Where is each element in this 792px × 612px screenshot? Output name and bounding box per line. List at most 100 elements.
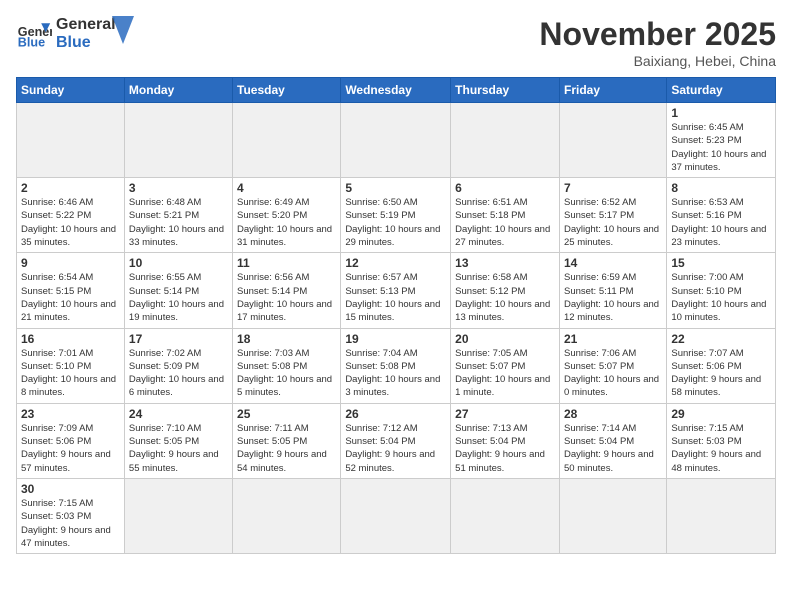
day-number: 17 xyxy=(129,332,228,346)
calendar-day-cell: 26Sunrise: 7:12 AM Sunset: 5:04 PM Dayli… xyxy=(341,403,451,478)
day-info: Sunrise: 6:57 AM Sunset: 5:13 PM Dayligh… xyxy=(345,271,446,324)
weekday-header-tuesday: Tuesday xyxy=(233,78,341,103)
logo: General Blue General Blue xyxy=(16,16,134,52)
day-number: 11 xyxy=(237,256,336,270)
day-number: 28 xyxy=(564,407,662,421)
day-info: Sunrise: 7:12 AM Sunset: 5:04 PM Dayligh… xyxy=(345,422,446,475)
calendar-day-cell: 4Sunrise: 6:49 AM Sunset: 5:20 PM Daylig… xyxy=(233,178,341,253)
calendar-day-cell: 10Sunrise: 6:55 AM Sunset: 5:14 PM Dayli… xyxy=(124,253,232,328)
weekday-header-friday: Friday xyxy=(559,78,666,103)
calendar-day-cell: 1Sunrise: 6:45 AM Sunset: 5:23 PM Daylig… xyxy=(667,103,776,178)
calendar-week-row: 1Sunrise: 6:45 AM Sunset: 5:23 PM Daylig… xyxy=(17,103,776,178)
svg-text:Blue: Blue xyxy=(18,36,45,50)
day-number: 20 xyxy=(455,332,555,346)
day-number: 29 xyxy=(671,407,771,421)
day-info: Sunrise: 7:10 AM Sunset: 5:05 PM Dayligh… xyxy=(129,422,228,475)
calendar-table: SundayMondayTuesdayWednesdayThursdayFrid… xyxy=(16,77,776,554)
logo-triangle-icon xyxy=(112,16,134,44)
day-info: Sunrise: 7:03 AM Sunset: 5:08 PM Dayligh… xyxy=(237,347,336,400)
day-info: Sunrise: 6:45 AM Sunset: 5:23 PM Dayligh… xyxy=(671,121,771,174)
calendar-day-cell: 30Sunrise: 7:15 AM Sunset: 5:03 PM Dayli… xyxy=(17,478,125,553)
weekday-header-thursday: Thursday xyxy=(451,78,560,103)
day-number: 2 xyxy=(21,181,120,195)
day-number: 30 xyxy=(21,482,120,496)
day-info: Sunrise: 6:51 AM Sunset: 5:18 PM Dayligh… xyxy=(455,196,555,249)
calendar-day-cell xyxy=(233,478,341,553)
day-info: Sunrise: 7:15 AM Sunset: 5:03 PM Dayligh… xyxy=(21,497,120,550)
day-info: Sunrise: 7:07 AM Sunset: 5:06 PM Dayligh… xyxy=(671,347,771,400)
day-info: Sunrise: 6:55 AM Sunset: 5:14 PM Dayligh… xyxy=(129,271,228,324)
weekday-header-wednesday: Wednesday xyxy=(341,78,451,103)
logo-icon: General Blue xyxy=(16,16,52,52)
weekday-header-sunday: Sunday xyxy=(17,78,125,103)
day-number: 18 xyxy=(237,332,336,346)
day-number: 16 xyxy=(21,332,120,346)
day-info: Sunrise: 6:53 AM Sunset: 5:16 PM Dayligh… xyxy=(671,196,771,249)
calendar-week-row: 16Sunrise: 7:01 AM Sunset: 5:10 PM Dayli… xyxy=(17,328,776,403)
day-info: Sunrise: 6:56 AM Sunset: 5:14 PM Dayligh… xyxy=(237,271,336,324)
day-info: Sunrise: 7:00 AM Sunset: 5:10 PM Dayligh… xyxy=(671,271,771,324)
day-info: Sunrise: 7:15 AM Sunset: 5:03 PM Dayligh… xyxy=(671,422,771,475)
day-info: Sunrise: 6:49 AM Sunset: 5:20 PM Dayligh… xyxy=(237,196,336,249)
day-info: Sunrise: 6:58 AM Sunset: 5:12 PM Dayligh… xyxy=(455,271,555,324)
day-info: Sunrise: 7:13 AM Sunset: 5:04 PM Dayligh… xyxy=(455,422,555,475)
calendar-day-cell: 5Sunrise: 6:50 AM Sunset: 5:19 PM Daylig… xyxy=(341,178,451,253)
calendar-day-cell: 27Sunrise: 7:13 AM Sunset: 5:04 PM Dayli… xyxy=(451,403,560,478)
day-info: Sunrise: 6:48 AM Sunset: 5:21 PM Dayligh… xyxy=(129,196,228,249)
calendar-day-cell: 17Sunrise: 7:02 AM Sunset: 5:09 PM Dayli… xyxy=(124,328,232,403)
calendar-week-row: 9Sunrise: 6:54 AM Sunset: 5:15 PM Daylig… xyxy=(17,253,776,328)
day-number: 13 xyxy=(455,256,555,270)
day-number: 27 xyxy=(455,407,555,421)
month-title: November 2025 xyxy=(539,16,776,53)
day-number: 9 xyxy=(21,256,120,270)
calendar-day-cell: 24Sunrise: 7:10 AM Sunset: 5:05 PM Dayli… xyxy=(124,403,232,478)
calendar-day-cell: 11Sunrise: 6:56 AM Sunset: 5:14 PM Dayli… xyxy=(233,253,341,328)
calendar-day-cell: 6Sunrise: 6:51 AM Sunset: 5:18 PM Daylig… xyxy=(451,178,560,253)
day-number: 3 xyxy=(129,181,228,195)
calendar-day-cell xyxy=(124,103,232,178)
day-info: Sunrise: 6:52 AM Sunset: 5:17 PM Dayligh… xyxy=(564,196,662,249)
day-info: Sunrise: 7:01 AM Sunset: 5:10 PM Dayligh… xyxy=(21,347,120,400)
calendar-day-cell: 25Sunrise: 7:11 AM Sunset: 5:05 PM Dayli… xyxy=(233,403,341,478)
calendar-day-cell xyxy=(124,478,232,553)
calendar-day-cell xyxy=(233,103,341,178)
calendar-day-cell: 15Sunrise: 7:00 AM Sunset: 5:10 PM Dayli… xyxy=(667,253,776,328)
day-number: 19 xyxy=(345,332,446,346)
calendar-day-cell: 2Sunrise: 6:46 AM Sunset: 5:22 PM Daylig… xyxy=(17,178,125,253)
calendar-day-cell: 28Sunrise: 7:14 AM Sunset: 5:04 PM Dayli… xyxy=(559,403,666,478)
calendar-day-cell: 21Sunrise: 7:06 AM Sunset: 5:07 PM Dayli… xyxy=(559,328,666,403)
day-info: Sunrise: 6:46 AM Sunset: 5:22 PM Dayligh… xyxy=(21,196,120,249)
calendar-day-cell: 7Sunrise: 6:52 AM Sunset: 5:17 PM Daylig… xyxy=(559,178,666,253)
calendar-day-cell xyxy=(667,478,776,553)
calendar-day-cell: 22Sunrise: 7:07 AM Sunset: 5:06 PM Dayli… xyxy=(667,328,776,403)
calendar-day-cell xyxy=(341,103,451,178)
day-info: Sunrise: 6:59 AM Sunset: 5:11 PM Dayligh… xyxy=(564,271,662,324)
weekday-header-row: SundayMondayTuesdayWednesdayThursdayFrid… xyxy=(17,78,776,103)
day-number: 26 xyxy=(345,407,446,421)
calendar-day-cell: 19Sunrise: 7:04 AM Sunset: 5:08 PM Dayli… xyxy=(341,328,451,403)
day-info: Sunrise: 6:50 AM Sunset: 5:19 PM Dayligh… xyxy=(345,196,446,249)
calendar-day-cell: 29Sunrise: 7:15 AM Sunset: 5:03 PM Dayli… xyxy=(667,403,776,478)
day-info: Sunrise: 6:54 AM Sunset: 5:15 PM Dayligh… xyxy=(21,271,120,324)
calendar-day-cell: 12Sunrise: 6:57 AM Sunset: 5:13 PM Dayli… xyxy=(341,253,451,328)
day-info: Sunrise: 7:05 AM Sunset: 5:07 PM Dayligh… xyxy=(455,347,555,400)
page-header: General Blue General Blue November 2025 … xyxy=(16,16,776,69)
calendar-day-cell xyxy=(451,478,560,553)
day-number: 15 xyxy=(671,256,771,270)
day-number: 14 xyxy=(564,256,662,270)
day-number: 22 xyxy=(671,332,771,346)
day-number: 10 xyxy=(129,256,228,270)
calendar-day-cell xyxy=(17,103,125,178)
day-number: 21 xyxy=(564,332,662,346)
calendar-day-cell: 13Sunrise: 6:58 AM Sunset: 5:12 PM Dayli… xyxy=(451,253,560,328)
calendar-day-cell xyxy=(341,478,451,553)
day-number: 5 xyxy=(345,181,446,195)
day-number: 4 xyxy=(237,181,336,195)
calendar-day-cell xyxy=(559,103,666,178)
calendar-week-row: 23Sunrise: 7:09 AM Sunset: 5:06 PM Dayli… xyxy=(17,403,776,478)
location: Baixiang, Hebei, China xyxy=(539,53,776,69)
calendar-day-cell: 3Sunrise: 6:48 AM Sunset: 5:21 PM Daylig… xyxy=(124,178,232,253)
calendar-week-row: 30Sunrise: 7:15 AM Sunset: 5:03 PM Dayli… xyxy=(17,478,776,553)
calendar-week-row: 2Sunrise: 6:46 AM Sunset: 5:22 PM Daylig… xyxy=(17,178,776,253)
logo-general-text: General xyxy=(56,16,116,34)
